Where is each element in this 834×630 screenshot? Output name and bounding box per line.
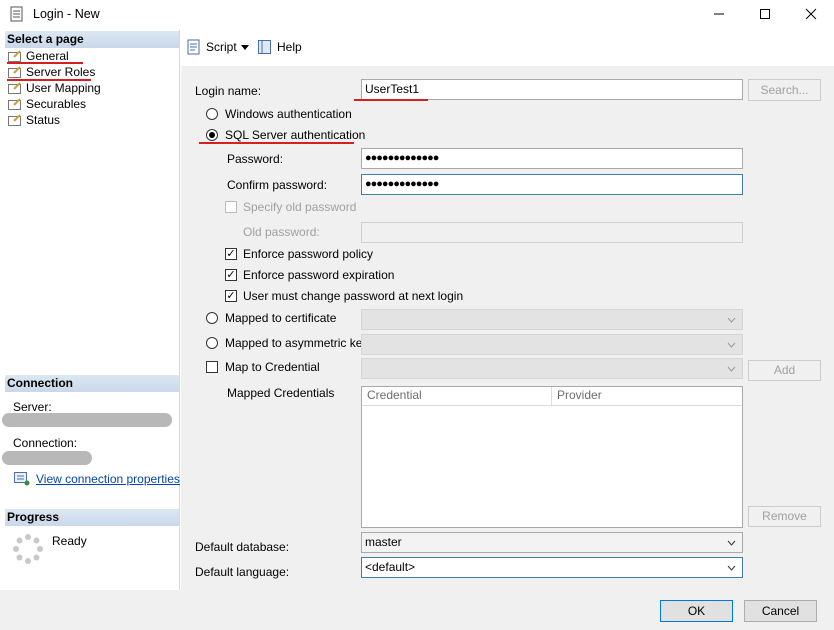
page-icon: [8, 50, 21, 62]
old-password-input[interactable]: [361, 222, 743, 243]
default-database-select[interactable]: master: [361, 532, 743, 553]
view-connection-properties[interactable]: View connection properties: [14, 472, 180, 486]
ok-button[interactable]: OK: [660, 600, 733, 622]
mapped-cert-radio[interactable]: [206, 312, 218, 324]
progress-header: Progress: [5, 509, 179, 526]
script-dropdown[interactable]: [240, 38, 250, 56]
search-button[interactable]: Search...: [748, 79, 821, 101]
mapped-asym-label: Mapped to asymmetric key: [225, 336, 369, 350]
password-label: Password:: [227, 152, 284, 166]
must-change-label: User must change password at next login: [243, 289, 464, 303]
progress-status: Ready: [52, 534, 87, 548]
select-page-header: Select a page: [5, 31, 179, 48]
connection-label: Connection:: [13, 436, 78, 450]
chevron-down-icon: [727, 565, 736, 571]
page-item-label: Securables: [26, 97, 87, 111]
password-input[interactable]: ●●●●●●●●●●●●●: [361, 148, 743, 169]
add-credential-button[interactable]: Add: [748, 360, 821, 381]
mapped-credentials-grid[interactable]: Credential Provider: [361, 386, 743, 528]
chevron-down-icon: [727, 342, 736, 348]
page-item-label: User Mapping: [26, 81, 101, 95]
windows-auth-label: Windows authentication: [225, 107, 352, 121]
mapped-credentials-label: Mapped Credentials: [227, 386, 335, 400]
default-language-value: <default>: [365, 560, 416, 574]
help-label: Help: [277, 40, 302, 54]
page-icon: [8, 114, 21, 126]
cancel-button[interactable]: Cancel: [744, 600, 817, 622]
sql-auth-radio[interactable]: [206, 129, 218, 141]
remove-credential-button[interactable]: Remove: [748, 506, 821, 527]
script-label: Script: [206, 40, 237, 54]
pane-divider: [179, 30, 180, 590]
close-icon: [805, 8, 817, 20]
page-item-server-roles[interactable]: Server Roles: [8, 64, 95, 80]
login-name-input[interactable]: UserTest1: [361, 79, 743, 100]
chevron-down-icon: [241, 45, 249, 50]
credential-select[interactable]: [361, 358, 743, 379]
progress-spinner-icon: [13, 534, 43, 564]
annotation-underline: [354, 99, 428, 101]
page-item-status[interactable]: Status: [8, 112, 60, 128]
minimize-icon: [714, 13, 724, 15]
map-credential-checkbox[interactable]: [206, 361, 218, 373]
page-item-securables[interactable]: Securables: [8, 96, 86, 112]
login-name-label: Login name:: [195, 84, 262, 98]
mapped-cert-label: Mapped to certificate: [225, 311, 337, 325]
page-item-label: General: [26, 49, 69, 63]
annotation-underline: [199, 142, 354, 144]
windows-auth-radio[interactable]: [206, 108, 218, 120]
enforce-policy-label: Enforce password policy: [243, 247, 374, 261]
redacted-server-value: [2, 413, 172, 427]
minimize-button[interactable]: [696, 0, 742, 28]
maximize-button[interactable]: [742, 0, 788, 28]
default-database-value: master: [365, 535, 402, 549]
page-item-label: Status: [26, 113, 61, 127]
specify-old-password-label: Specify old password: [243, 200, 357, 214]
grid-header: Credential Provider: [362, 387, 742, 406]
specify-old-password-checkbox[interactable]: [225, 201, 237, 213]
provider-column-header[interactable]: Provider: [552, 387, 742, 405]
document-icon: [10, 6, 23, 22]
chevron-down-icon: [727, 317, 736, 323]
properties-icon: [14, 472, 30, 486]
credential-column-header[interactable]: Credential: [362, 387, 552, 405]
must-change-checkbox[interactable]: ✓: [225, 290, 237, 302]
help-button[interactable]: Help: [257, 38, 302, 56]
page-item-user-mapping[interactable]: User Mapping: [8, 80, 101, 96]
view-connection-link[interactable]: View connection properties: [36, 472, 180, 486]
sql-auth-label: SQL Server authentication: [225, 128, 366, 142]
close-button[interactable]: [788, 0, 834, 28]
title-bar: Login - New: [0, 0, 834, 28]
old-password-label: Old password:: [243, 225, 320, 239]
enforce-expiration-label: Enforce password expiration: [243, 268, 395, 282]
asymmetric-key-select[interactable]: [361, 334, 743, 355]
map-credential-label: Map to Credential: [225, 360, 320, 374]
server-label: Server:: [13, 400, 52, 414]
default-language-label: Default language:: [195, 565, 290, 579]
chevron-down-icon: [727, 540, 736, 546]
page-item-label: Server Roles: [26, 65, 96, 79]
default-language-select[interactable]: <default>: [361, 557, 743, 578]
enforce-expiration-checkbox[interactable]: ✓: [225, 269, 237, 281]
script-button[interactable]: Script: [186, 38, 237, 56]
mapped-asym-radio[interactable]: [206, 337, 218, 349]
certificate-select[interactable]: [361, 309, 743, 330]
help-book-icon: [258, 40, 271, 54]
maximize-icon: [760, 9, 770, 19]
confirm-password-label: Confirm password:: [227, 178, 328, 192]
page-icon: [8, 98, 21, 110]
page-icon: [8, 82, 21, 94]
confirm-password-input[interactable]: ●●●●●●●●●●●●●: [361, 174, 743, 195]
chevron-down-icon: [727, 366, 736, 372]
default-database-label: Default database:: [195, 540, 290, 554]
enforce-policy-checkbox[interactable]: ✓: [225, 248, 237, 260]
page-icon: [8, 66, 21, 78]
script-icon: [187, 39, 200, 55]
redacted-connection-value: [2, 451, 92, 465]
connection-header: Connection: [5, 375, 179, 392]
window-title: Login - New: [33, 7, 100, 21]
